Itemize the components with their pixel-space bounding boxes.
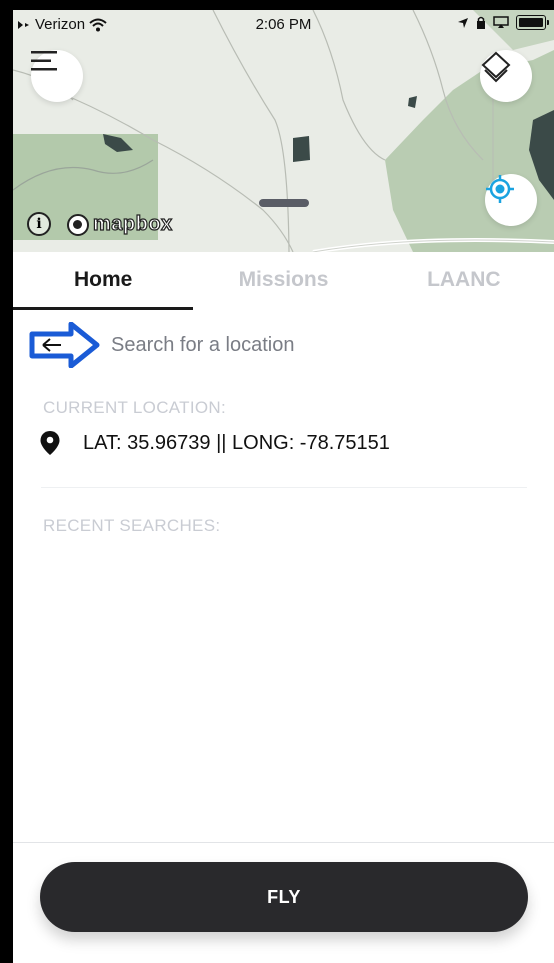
tab-laanc[interactable]: LAANC	[374, 252, 554, 310]
recenter-location-button[interactable]	[485, 174, 537, 226]
status-bar: Verizon 2:06 PM	[13, 10, 554, 40]
search-input[interactable]	[109, 332, 513, 358]
mapbox-mark-icon	[67, 213, 89, 236]
layers-button[interactable]	[480, 50, 532, 102]
mapbox-wordmark: mapbox	[92, 212, 173, 235]
map-pin-icon	[40, 431, 60, 455]
orientation-lock-icon	[477, 16, 485, 29]
tab-bar: Home Missions LAANC	[13, 252, 554, 310]
mapbox-logo: mapbox	[67, 212, 173, 236]
info-icon[interactable]: i	[27, 212, 51, 236]
airplay-icon	[493, 16, 509, 28]
current-location-coords: LAT: 35.96739 || LONG: -78.75151	[83, 431, 390, 454]
status-right	[457, 15, 549, 30]
location-arrow-icon	[458, 17, 468, 28]
fly-button[interactable]: FLY	[40, 862, 528, 932]
battery-icon	[516, 15, 549, 30]
layers-icon	[481, 51, 511, 83]
crosshair-icon	[486, 175, 514, 203]
hamburger-icon	[31, 51, 57, 71]
back-button[interactable]	[29, 321, 101, 369]
drawer-handle[interactable]	[259, 199, 309, 207]
back-arrow-icon	[29, 321, 100, 369]
current-location-heading: CURRENT LOCATION:	[43, 398, 226, 417]
recent-searches-heading: RECENT SEARCHES:	[43, 516, 221, 535]
tab-missions[interactable]: Missions	[193, 252, 373, 310]
divider	[41, 487, 527, 488]
footer-divider	[13, 842, 554, 843]
search-row	[29, 321, 539, 369]
map-view[interactable]: i mapbox	[13, 10, 554, 252]
menu-button[interactable]	[31, 50, 83, 102]
app-screen: i mapbox Verizon 2:06 PM Home Missions L…	[13, 10, 554, 963]
tab-home[interactable]: Home	[13, 252, 194, 310]
current-location-row[interactable]: LAT: 35.96739 || LONG: -78.75151	[39, 430, 390, 456]
